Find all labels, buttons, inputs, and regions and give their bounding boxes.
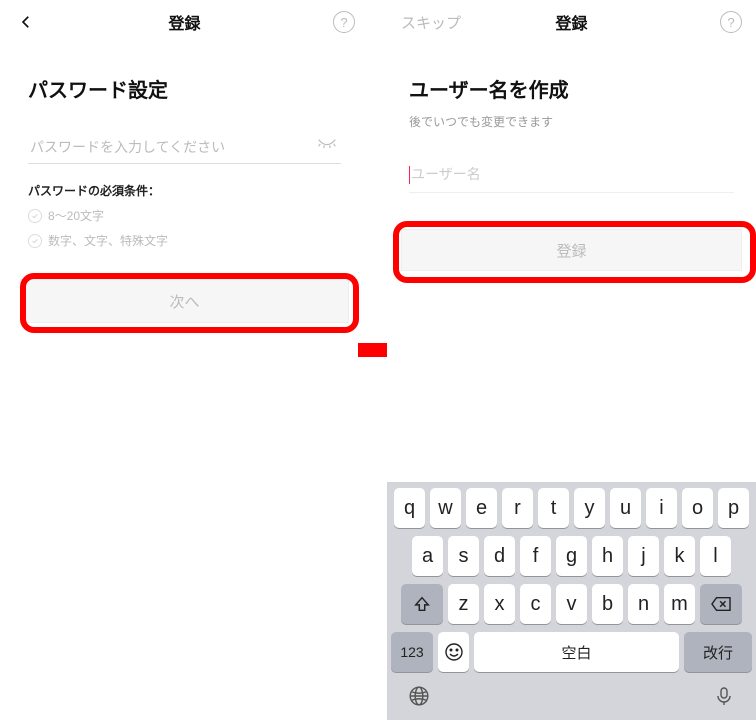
text-cursor: [409, 166, 410, 184]
key-space[interactable]: 空白: [474, 632, 679, 672]
topbar-left: 登録 ?: [0, 0, 369, 44]
help-button[interactable]: ?: [720, 11, 742, 33]
key-shift[interactable]: [401, 584, 443, 624]
key-h[interactable]: h: [592, 536, 623, 576]
topbar-right: スキップ 登録 ?: [387, 0, 756, 44]
key-e[interactable]: e: [466, 488, 497, 528]
eye-closed-icon[interactable]: [317, 137, 337, 151]
username-input[interactable]: ユーザー名: [409, 164, 734, 193]
keyboard-row-3: z x c v b n m: [391, 584, 752, 624]
key-w[interactable]: w: [430, 488, 461, 528]
key-k[interactable]: k: [664, 536, 695, 576]
check-icon: [28, 234, 42, 248]
key-y[interactable]: y: [574, 488, 605, 528]
help-button[interactable]: ?: [333, 11, 355, 33]
username-create-screen: スキップ 登録 ? ユーザー名を作成 後でいつでも変更できます ユーザー名 登録…: [387, 0, 756, 720]
globe-icon[interactable]: [407, 684, 431, 708]
keyboard-row-1: q w e r t y u i o p: [391, 488, 752, 528]
key-l[interactable]: l: [700, 536, 731, 576]
requirement-label: 数字、文字、特殊文字: [48, 232, 168, 249]
back-button[interactable]: [14, 10, 38, 34]
requirements-title: パスワードの必須条件：: [28, 182, 341, 199]
chevron-left-icon: [17, 13, 35, 31]
key-m[interactable]: m: [664, 584, 695, 624]
key-numbers[interactable]: 123: [391, 632, 433, 672]
password-input[interactable]: [28, 131, 341, 164]
next-button[interactable]: 次へ: [20, 279, 349, 323]
check-icon: [28, 209, 42, 223]
keyboard-row-2: a s d f g h j k l: [391, 536, 752, 576]
requirement-label: 8～20文字: [48, 207, 104, 224]
key-o[interactable]: o: [682, 488, 713, 528]
key-backspace[interactable]: [700, 584, 742, 624]
register-button[interactable]: 登録: [401, 229, 742, 271]
key-a[interactable]: a: [412, 536, 443, 576]
key-x[interactable]: x: [484, 584, 515, 624]
key-b[interactable]: b: [592, 584, 623, 624]
requirement-item: 8～20文字: [28, 207, 341, 224]
subheading: 後でいつでも変更できます: [409, 113, 734, 130]
mic-icon[interactable]: [712, 684, 736, 708]
key-enter[interactable]: 改行: [684, 632, 752, 672]
key-emoji[interactable]: [438, 632, 469, 672]
key-p[interactable]: p: [718, 488, 749, 528]
key-v[interactable]: v: [556, 584, 587, 624]
onscreen-keyboard: q w e r t y u i o p a s d f g h j k l z: [387, 482, 756, 720]
heading: パスワード設定: [28, 74, 341, 103]
key-r[interactable]: r: [502, 488, 533, 528]
username-placeholder: ユーザー名: [411, 166, 481, 182]
requirement-item: 数字、文字、特殊文字: [28, 232, 341, 249]
key-j[interactable]: j: [628, 536, 659, 576]
heading: ユーザー名を作成: [409, 74, 734, 103]
keyboard-row-4: 123 空白 改行: [391, 632, 752, 672]
key-c[interactable]: c: [520, 584, 551, 624]
key-s[interactable]: s: [448, 536, 479, 576]
emoji-icon: [444, 642, 464, 662]
backspace-icon: [710, 595, 732, 613]
password-setup-screen: 登録 ? パスワード設定 パスワードの必須条件： 8～20文字 数字、文字、特殊…: [0, 0, 369, 720]
skip-button[interactable]: スキップ: [401, 12, 461, 33]
key-g[interactable]: g: [556, 536, 587, 576]
shift-icon: [413, 595, 431, 613]
key-q[interactable]: q: [394, 488, 425, 528]
keyboard-bottom-row: [391, 680, 752, 716]
key-z[interactable]: z: [448, 584, 479, 624]
key-f[interactable]: f: [520, 536, 551, 576]
key-u[interactable]: u: [610, 488, 641, 528]
key-n[interactable]: n: [628, 584, 659, 624]
page-title: 登録: [555, 10, 587, 34]
page-title: 登録: [168, 10, 200, 34]
key-i[interactable]: i: [646, 488, 677, 528]
key-d[interactable]: d: [484, 536, 515, 576]
key-t[interactable]: t: [538, 488, 569, 528]
